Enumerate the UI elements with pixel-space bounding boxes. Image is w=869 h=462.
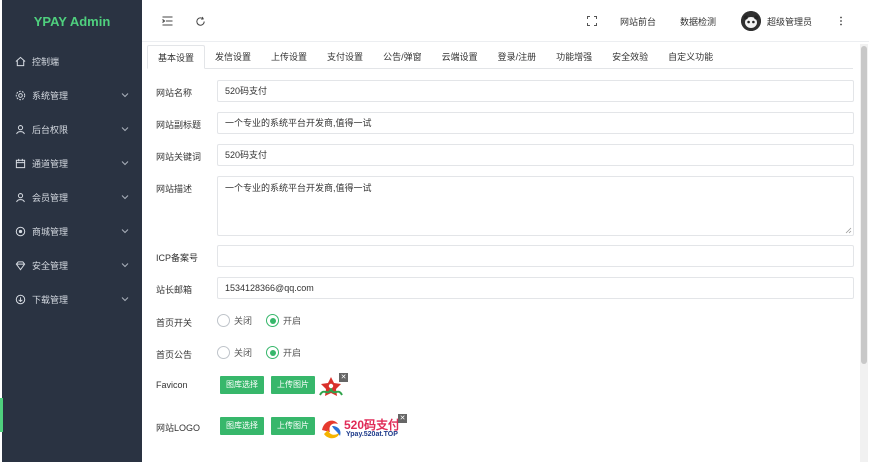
favicon-label: Favicon [156, 380, 188, 390]
diamond-icon [14, 259, 26, 271]
user-name[interactable]: 超级管理员 [767, 15, 812, 28]
home-switch-label: 首页开关 [156, 318, 193, 328]
description-text: 一个专业的系统平台开发商,值得一试 [225, 183, 372, 193]
keywords-input[interactable]: 520码支付 [217, 144, 854, 166]
description-textarea[interactable]: 一个专业的系统平台开发商,值得一试 [217, 176, 854, 236]
tab-upload-settings[interactable]: 上传设置 [261, 45, 317, 69]
logo-preview-image: 520码支付 Ypay.520at.TOP [318, 416, 408, 442]
fullscreen-icon[interactable] [585, 14, 599, 28]
home-notice-on-radio[interactable] [266, 346, 280, 359]
brand-title[interactable]: YPAY Admin [2, 0, 142, 44]
radio-label[interactable]: 关闭 [234, 314, 252, 327]
calendar-icon [14, 157, 26, 169]
description-label: 网站描述 [156, 184, 193, 194]
tab-login-register[interactable]: 登录/注册 [488, 45, 547, 69]
radio-label[interactable]: 开启 [283, 346, 301, 359]
sidebar-item-shop[interactable]: 商城管理 [2, 214, 142, 248]
app-root: YPAY Admin 控制端 系统管理 后台权限 通道管理 会员管理 商城管理 … [0, 0, 869, 462]
more-icon[interactable] [834, 14, 848, 28]
sidebar-item-admin-permissions[interactable]: 后台权限 [2, 112, 142, 146]
scrollbar-thumb[interactable] [861, 46, 867, 364]
sidebar-item-label: 商城管理 [32, 226, 69, 237]
icp-label: ICP备案号 [156, 253, 199, 263]
chevron-down-icon [121, 93, 129, 98]
sidebar-item-label: 会员管理 [32, 192, 69, 203]
home-switch-on-radio[interactable] [266, 314, 280, 327]
home-icon [14, 55, 26, 67]
gear-icon [14, 89, 26, 101]
sidebar-item-label: 下载管理 [32, 294, 69, 305]
site-name-input[interactable]: 520码支付 [217, 80, 854, 102]
icp-input[interactable] [217, 245, 854, 267]
user-icon [14, 191, 26, 203]
tab-feature-enhance[interactable]: 功能增强 [546, 45, 602, 69]
sidebar-edge-marker [0, 398, 3, 432]
tab-cloud-settings[interactable]: 云端设置 [432, 45, 488, 69]
chevron-down-icon [121, 161, 129, 166]
sidebar-item-label: 系统管理 [32, 90, 69, 101]
subtitle-label: 网站副标题 [156, 120, 202, 130]
sidebar-item-system[interactable]: 系统管理 [2, 78, 142, 112]
resize-handle-icon[interactable] [844, 226, 852, 234]
tab-notice-popup[interactable]: 公告/弹窗 [373, 45, 432, 69]
chevron-down-icon [121, 297, 129, 302]
sidebar-item-label: 后台权限 [32, 124, 69, 135]
keywords-label: 网站关键词 [156, 152, 202, 162]
home-notice-label: 首页公告 [156, 350, 193, 360]
radio-dot [269, 317, 276, 324]
home-switch-radio-group: 关闭 开启 [217, 314, 315, 327]
download-icon [14, 293, 26, 305]
site-name-label: 网站名称 [156, 88, 193, 98]
sidebar-item-label: 安全管理 [32, 260, 69, 271]
tab-custom-functions[interactable]: 自定义功能 [658, 45, 723, 69]
tab-payment-settings[interactable]: 支付设置 [317, 45, 373, 69]
sidebar-item-dashboard[interactable]: 控制端 [2, 44, 142, 78]
logo-label: 网站LOGO [156, 423, 201, 433]
chevron-down-icon [121, 263, 129, 268]
menu-fold-icon[interactable] [160, 14, 174, 28]
sidebar-item-channels[interactable]: 通道管理 [2, 146, 142, 180]
tab-basic-settings[interactable]: 基本设置 [147, 45, 206, 69]
favicon-upload-button[interactable]: 上传图片 [271, 376, 315, 394]
radio-dot [269, 349, 276, 356]
logo-subtext: Ypay.520at.TOP [346, 431, 398, 438]
refresh-icon[interactable] [193, 14, 207, 28]
tab-mail-settings[interactable]: 发信设置 [205, 45, 261, 69]
email-label: 站长邮箱 [156, 285, 193, 295]
home-switch-off-radio[interactable] [217, 314, 230, 327]
chevron-down-icon [121, 195, 129, 200]
home-notice-radio-group: 关闭 开启 [217, 346, 315, 359]
data-check-link[interactable]: 数据检测 [680, 15, 716, 28]
chevron-down-icon [121, 127, 129, 132]
sidebar-item-security[interactable]: 安全管理 [2, 248, 142, 282]
email-input[interactable]: 1534128366@qq.com [217, 277, 854, 299]
remove-logo-icon[interactable]: ✕ [398, 414, 407, 423]
sidebar-item-label: 通道管理 [32, 158, 69, 169]
remove-favicon-icon[interactable]: ✕ [339, 373, 348, 382]
radio-label[interactable]: 关闭 [234, 346, 252, 359]
user-icon [14, 123, 26, 135]
subtitle-input[interactable]: 一个专业的系统平台开发商,值得一试 [217, 112, 854, 134]
tab-security-verify[interactable]: 安全效验 [602, 45, 658, 69]
logo-gallery-button[interactable]: 图库选择 [220, 417, 264, 435]
sidebar-item-label: 控制端 [32, 56, 60, 67]
logo-upload-button[interactable]: 上传图片 [271, 417, 315, 435]
avatar[interactable] [741, 11, 761, 31]
home-notice-off-radio[interactable] [217, 346, 230, 359]
logo-mark-icon [322, 420, 341, 439]
settings-tabs: 基本设置 发信设置 上传设置 支付设置 公告/弹窗 云端设置 登录/注册 功能增… [147, 45, 853, 69]
sidebar-item-downloads[interactable]: 下载管理 [2, 282, 142, 316]
site-frontend-link[interactable]: 网站前台 [620, 15, 656, 28]
shop-icon [14, 225, 26, 237]
radio-label[interactable]: 开启 [283, 314, 301, 327]
favicon-gallery-button[interactable]: 图库选择 [220, 376, 264, 394]
sidebar-item-members[interactable]: 会员管理 [2, 180, 142, 214]
sidebar: YPAY Admin 控制端 系统管理 后台权限 通道管理 会员管理 商城管理 … [2, 0, 142, 462]
chevron-down-icon [121, 229, 129, 234]
